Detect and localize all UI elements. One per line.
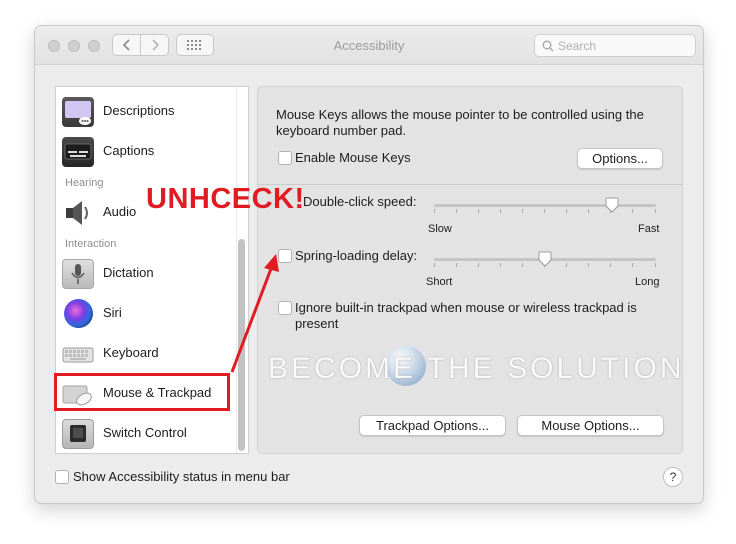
annotation-arrow [230, 254, 279, 373]
